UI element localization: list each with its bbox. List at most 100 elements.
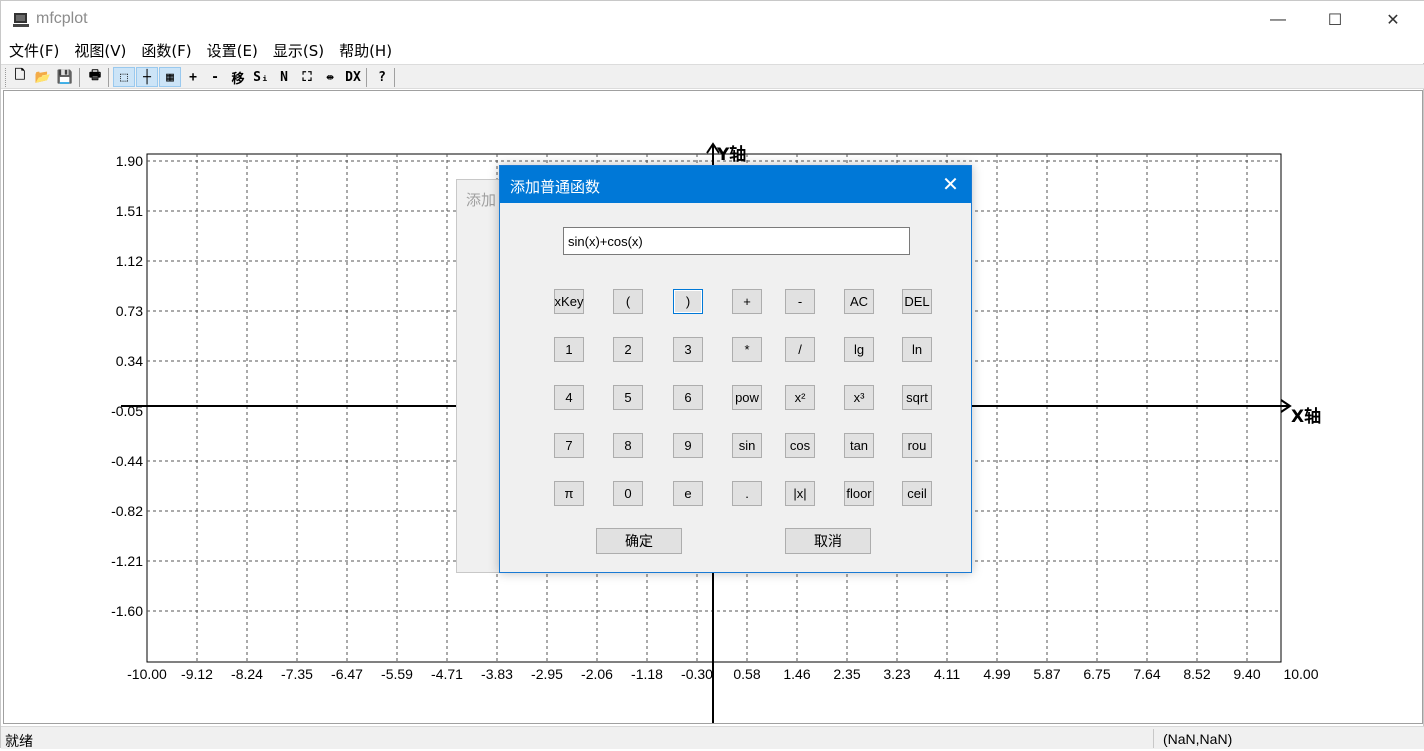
key-3-4[interactable]: cos [785,433,815,458]
key-3-2[interactable]: 9 [673,433,703,458]
key-2-2[interactable]: 6 [673,385,703,410]
zoom-in-icon[interactable]: + [182,67,204,87]
key-0-4[interactable]: - [785,289,815,314]
y-tick-label: -0.44 [111,453,143,469]
y-tick-label: 0.34 [116,353,143,369]
key-4-5[interactable]: floor [844,481,874,506]
key-0-0[interactable]: xKey [554,289,584,314]
status-bar: 就绪 (NaN,NaN) [1,726,1424,750]
x-axis-label: X轴 [1291,406,1321,427]
key-1-6[interactable]: ln [902,337,932,362]
key-2-3[interactable]: pow [732,385,762,410]
key-0-5[interactable]: AC [844,289,874,314]
key-1-1[interactable]: 2 [613,337,643,362]
title-bar[interactable]: mfcplot — ☐ ✕ [1,1,1424,39]
main-window: mfcplot — ☐ ✕ 文件(F) 视图(V) 函数(F) 设置(E) 显示… [0,0,1424,750]
menu-file[interactable]: 文件(F) [1,39,66,63]
key-4-1[interactable]: 0 [613,481,643,506]
menu-help[interactable]: 帮助(H) [331,39,399,63]
key-2-5[interactable]: x³ [844,385,874,410]
key-2-6[interactable]: sqrt [902,385,932,410]
expression-input[interactable] [563,227,910,255]
key-0-1[interactable]: ( [613,289,643,314]
key-4-3[interactable]: . [732,481,762,506]
crosshair-tool-icon[interactable]: ┼ [136,67,158,87]
x-tick-label: -4.71 [431,666,463,682]
x-tick-label: 8.52 [1183,666,1210,682]
key-3-1[interactable]: 8 [613,433,643,458]
coordinate-readout: (NaN,NaN) [1163,731,1233,747]
key-3-0[interactable]: 7 [554,433,584,458]
status-divider [1153,729,1154,748]
key-3-6[interactable]: rou [902,433,932,458]
key-1-3[interactable]: * [732,337,762,362]
x-tick-label: -10.00 [127,666,167,682]
dialog-close-icon[interactable]: ✕ [930,166,971,203]
x-tick-label: -9.12 [181,666,213,682]
key-3-5[interactable]: tan [844,433,874,458]
x-tick-label: -2.95 [531,666,563,682]
maximize-button[interactable]: ☐ [1306,1,1364,39]
dialog-title: 添加普通函数 [510,178,601,196]
x-tick-label: 3.23 [883,666,910,682]
y-tick-label: 0.73 [116,303,143,319]
key-2-1[interactable]: 5 [613,385,643,410]
move-icon[interactable]: 移 [227,67,249,87]
x-tick-label: -7.35 [281,666,313,682]
toolbar: 🗋 📂 💾 🖶 ⬚ ┼ ▦ + - 移 Sᵢ N ⛶ ⇹ DX? [1,64,1424,89]
x-tick-label: 4.11 [934,666,960,682]
dx-icon[interactable]: DX [342,67,364,87]
n-icon[interactable]: N [273,67,295,87]
y-tick-label: 1.12 [116,253,143,269]
status-text: 就绪 [5,734,33,750]
key-4-4[interactable]: |x| [785,481,815,506]
key-4-6[interactable]: ceil [902,481,932,506]
split-icon[interactable]: ⇹ [319,67,341,87]
si-icon[interactable]: Sᵢ [250,67,272,87]
save-icon[interactable]: 💾 [54,67,76,87]
select-tool-icon[interactable]: ⬚ [113,67,135,87]
open-icon[interactable]: 📂 [32,67,54,87]
key-1-2[interactable]: 3 [673,337,703,362]
y-tick-label: 1.90 [116,153,143,169]
key-2-0[interactable]: 4 [554,385,584,410]
x-tick-label: 0.58 [733,666,760,682]
add-function-dialog: 添加普通函数 ✕ xKey () +- AC DEL 1 2 3 * / lg ln 4 5 6 pow x² x… [499,165,972,573]
key-4-2[interactable]: e [673,481,703,506]
zoom-out-icon[interactable]: - [204,67,226,87]
key-3-3[interactable]: sin [732,433,762,458]
x-tick-label: 2.35 [833,666,860,682]
grid-toggle-icon[interactable]: ▦ [159,67,181,87]
dialog-title-bar[interactable]: 添加普通函数 ✕ [500,166,971,203]
key-0-2[interactable]: ) [673,289,703,314]
help-icon[interactable]: ? [371,67,393,87]
key-0-3[interactable]: + [732,289,762,314]
menu-function[interactable]: 函数(F) [133,39,198,63]
menu-display[interactable]: 显示(S) [265,39,331,63]
x-tick-label: 7.64 [1133,666,1160,682]
key-0-6[interactable]: DEL [902,289,932,314]
x-tick-label: 9.40 [1233,666,1260,682]
minimize-button[interactable]: — [1249,1,1307,39]
new-icon[interactable]: 🗋 [9,67,31,87]
y-axis-label: Y轴 [716,144,746,165]
x-tick-label: 1.46 [783,666,810,682]
key-1-0[interactable]: 1 [554,337,584,362]
print-icon[interactable]: 🖶 [84,67,106,87]
key-4-0[interactable]: π [554,481,584,506]
menu-view[interactable]: 视图(V) [66,39,133,63]
x-tick-label: -6.47 [331,666,363,682]
menu-settings[interactable]: 设置(E) [199,39,265,63]
ok-button[interactable]: 确定 [596,528,682,554]
toolbar-grip[interactable] [5,68,8,87]
key-1-4[interactable]: / [785,337,815,362]
key-2-4[interactable]: x² [785,385,815,410]
x-tick-label: -5.59 [381,666,413,682]
menu-bar: 文件(F) 视图(V) 函数(F) 设置(E) 显示(S) 帮助(H) [1,39,1424,63]
cancel-button[interactable]: 取消 [785,528,871,554]
x-tick-label: 6.75 [1083,666,1110,682]
key-1-5[interactable]: lg [844,337,874,362]
fit-icon[interactable]: ⛶ [296,67,318,87]
close-button[interactable]: ✕ [1364,1,1422,39]
y-tick-label: 1.51 [116,203,143,219]
